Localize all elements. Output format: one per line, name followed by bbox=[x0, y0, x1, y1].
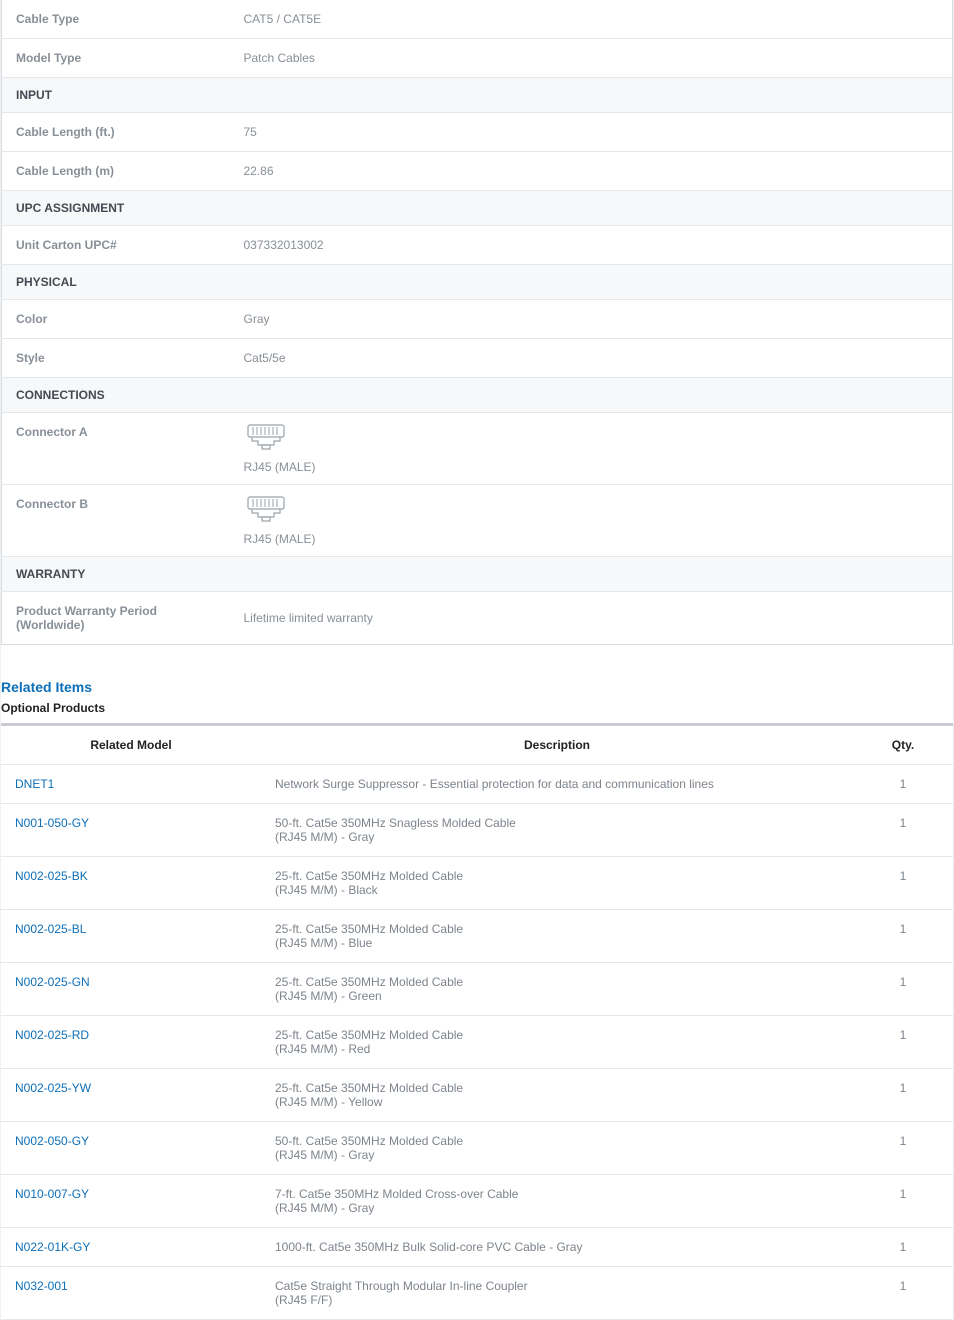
spec-row: Cable Type CAT5 / CAT5E bbox=[2, 0, 953, 39]
related-row: N010-007-GY 7-ft. Cat5e 350MHz Molded Cro… bbox=[1, 1175, 953, 1228]
related-items-heading: Related Items bbox=[1, 679, 953, 695]
related-model-link[interactable]: N002-025-BK bbox=[15, 869, 88, 883]
spec-value: Gray bbox=[230, 300, 953, 339]
related-qty: 1 bbox=[853, 857, 953, 910]
connector-cell: RJ45 (MALE) bbox=[230, 485, 953, 557]
spec-value: Cat5/5e bbox=[230, 339, 953, 378]
page-content: Cable Type CAT5 / CAT5E Model Type Patch… bbox=[0, 0, 954, 1320]
related-description: 25-ft. Cat5e 350MHz Molded Cable (RJ45 M… bbox=[261, 1069, 853, 1122]
related-header-row: Related Model Description Qty. bbox=[1, 725, 953, 765]
section-header-physical: PHYSICAL bbox=[2, 265, 953, 300]
related-qty: 1 bbox=[853, 963, 953, 1016]
related-qty: 1 bbox=[853, 1175, 953, 1228]
spec-row: Unit Carton UPC# 037332013002 bbox=[2, 226, 953, 265]
related-description: 25-ft. Cat5e 350MHz Molded Cable (RJ45 M… bbox=[261, 910, 853, 963]
section-header-warranty: WARRANTY bbox=[2, 557, 953, 592]
spec-row-connector-a: Connector A RJ45 (MALE) bbox=[2, 413, 953, 485]
spec-value: 037332013002 bbox=[230, 226, 953, 265]
connector-value: RJ45 (MALE) bbox=[244, 532, 939, 546]
related-row: N032-001 Cat5e Straight Through Modular I… bbox=[1, 1267, 953, 1320]
related-model-link[interactable]: N022-01K-GY bbox=[15, 1240, 90, 1254]
related-description: 1000-ft. Cat5e 350MHz Bulk Solid-core PV… bbox=[261, 1228, 853, 1267]
spec-row: Style Cat5/5e bbox=[2, 339, 953, 378]
related-row: N002-050-GY 50-ft. Cat5e 350MHz Molded Ca… bbox=[1, 1122, 953, 1175]
specs-table: Cable Type CAT5 / CAT5E Model Type Patch… bbox=[1, 0, 953, 645]
spec-label: Style bbox=[2, 339, 230, 378]
spec-value: 22.86 bbox=[230, 152, 953, 191]
spec-value: 75 bbox=[230, 113, 953, 152]
section-header-connections: CONNECTIONS bbox=[2, 378, 953, 413]
related-qty: 1 bbox=[853, 765, 953, 804]
rj45-icon bbox=[244, 423, 288, 453]
section-header-label: PHYSICAL bbox=[2, 265, 953, 300]
related-description: 7-ft. Cat5e 350MHz Molded Cross-over Cab… bbox=[261, 1175, 853, 1228]
connector-cell: RJ45 (MALE) bbox=[230, 413, 953, 485]
related-qty: 1 bbox=[853, 1267, 953, 1320]
related-model-link[interactable]: N002-025-YW bbox=[15, 1081, 91, 1095]
related-qty: 1 bbox=[853, 1122, 953, 1175]
related-model-link[interactable]: N002-025-RD bbox=[15, 1028, 89, 1042]
related-model-link[interactable]: N032-001 bbox=[15, 1279, 68, 1293]
spec-row: Cable Length (m) 22.86 bbox=[2, 152, 953, 191]
spec-label: Model Type bbox=[2, 39, 230, 78]
section-header-input: INPUT bbox=[2, 78, 953, 113]
spec-value: Lifetime limited warranty bbox=[230, 592, 953, 645]
col-header-model: Related Model bbox=[1, 725, 261, 765]
related-model-link[interactable]: DNET1 bbox=[15, 777, 54, 791]
spec-row: Product Warranty Period (Worldwide) Life… bbox=[2, 592, 953, 645]
section-header-upc: UPC ASSIGNMENT bbox=[2, 191, 953, 226]
related-description: 25-ft. Cat5e 350MHz Molded Cable (RJ45 M… bbox=[261, 857, 853, 910]
spec-row: Cable Length (ft.) 75 bbox=[2, 113, 953, 152]
related-qty: 1 bbox=[853, 804, 953, 857]
spec-label: Unit Carton UPC# bbox=[2, 226, 230, 265]
related-description: 50-ft. Cat5e 350MHz Molded Cable (RJ45 M… bbox=[261, 1122, 853, 1175]
related-row: N022-01K-GY 1000-ft. Cat5e 350MHz Bulk So… bbox=[1, 1228, 953, 1267]
spec-row: Model Type Patch Cables bbox=[2, 39, 953, 78]
rj45-icon bbox=[244, 495, 288, 525]
related-qty: 1 bbox=[853, 1228, 953, 1267]
related-row: N002-025-GN 25-ft. Cat5e 350MHz Molded Ca… bbox=[1, 963, 953, 1016]
related-row: N002-025-RD 25-ft. Cat5e 350MHz Molded Ca… bbox=[1, 1016, 953, 1069]
spec-label: Cable Length (ft.) bbox=[2, 113, 230, 152]
spec-label: Color bbox=[2, 300, 230, 339]
spec-row-connector-b: Connector B RJ45 (MALE) bbox=[2, 485, 953, 557]
related-description: 25-ft. Cat5e 350MHz Molded Cable (RJ45 M… bbox=[261, 1016, 853, 1069]
related-items-table: Related Model Description Qty. DNET1 Netw… bbox=[1, 723, 953, 1320]
spec-value: CAT5 / CAT5E bbox=[230, 0, 953, 39]
related-description: 50-ft. Cat5e 350MHz Snagless Molded Cabl… bbox=[261, 804, 853, 857]
related-description: 25-ft. Cat5e 350MHz Molded Cable (RJ45 M… bbox=[261, 963, 853, 1016]
related-description: Cat5e Straight Through Modular In-line C… bbox=[261, 1267, 853, 1320]
section-header-label: UPC ASSIGNMENT bbox=[2, 191, 953, 226]
related-qty: 1 bbox=[853, 910, 953, 963]
section-header-label: CONNECTIONS bbox=[2, 378, 953, 413]
related-row: N001-050-GY 50-ft. Cat5e 350MHz Snagless … bbox=[1, 804, 953, 857]
connector-value: RJ45 (MALE) bbox=[244, 460, 939, 474]
related-row: N002-025-YW 25-ft. Cat5e 350MHz Molded Ca… bbox=[1, 1069, 953, 1122]
optional-products-heading: Optional Products bbox=[1, 701, 953, 715]
related-model-link[interactable]: N002-025-GN bbox=[15, 975, 90, 989]
related-qty: 1 bbox=[853, 1016, 953, 1069]
related-qty: 1 bbox=[853, 1069, 953, 1122]
related-model-link[interactable]: N001-050-GY bbox=[15, 816, 89, 830]
spec-label: Connector B bbox=[2, 485, 230, 557]
related-row: N002-025-BK 25-ft. Cat5e 350MHz Molded Ca… bbox=[1, 857, 953, 910]
spec-value: Patch Cables bbox=[230, 39, 953, 78]
spec-label: Connector A bbox=[2, 413, 230, 485]
related-model-link[interactable]: N010-007-GY bbox=[15, 1187, 89, 1201]
section-header-label: WARRANTY bbox=[2, 557, 953, 592]
spec-label: Cable Type bbox=[2, 0, 230, 39]
col-header-description: Description bbox=[261, 725, 853, 765]
spec-label: Product Warranty Period (Worldwide) bbox=[2, 592, 230, 645]
section-header-label: INPUT bbox=[2, 78, 953, 113]
col-header-qty: Qty. bbox=[853, 725, 953, 765]
spec-label: Cable Length (m) bbox=[2, 152, 230, 191]
related-model-link[interactable]: N002-050-GY bbox=[15, 1134, 89, 1148]
related-model-link[interactable]: N002-025-BL bbox=[15, 922, 86, 936]
related-row: N002-025-BL 25-ft. Cat5e 350MHz Molded Ca… bbox=[1, 910, 953, 963]
related-description: Network Surge Suppressor - Essential pro… bbox=[261, 765, 853, 804]
spec-row: Color Gray bbox=[2, 300, 953, 339]
related-row: DNET1 Network Surge Suppressor - Essentia… bbox=[1, 765, 953, 804]
